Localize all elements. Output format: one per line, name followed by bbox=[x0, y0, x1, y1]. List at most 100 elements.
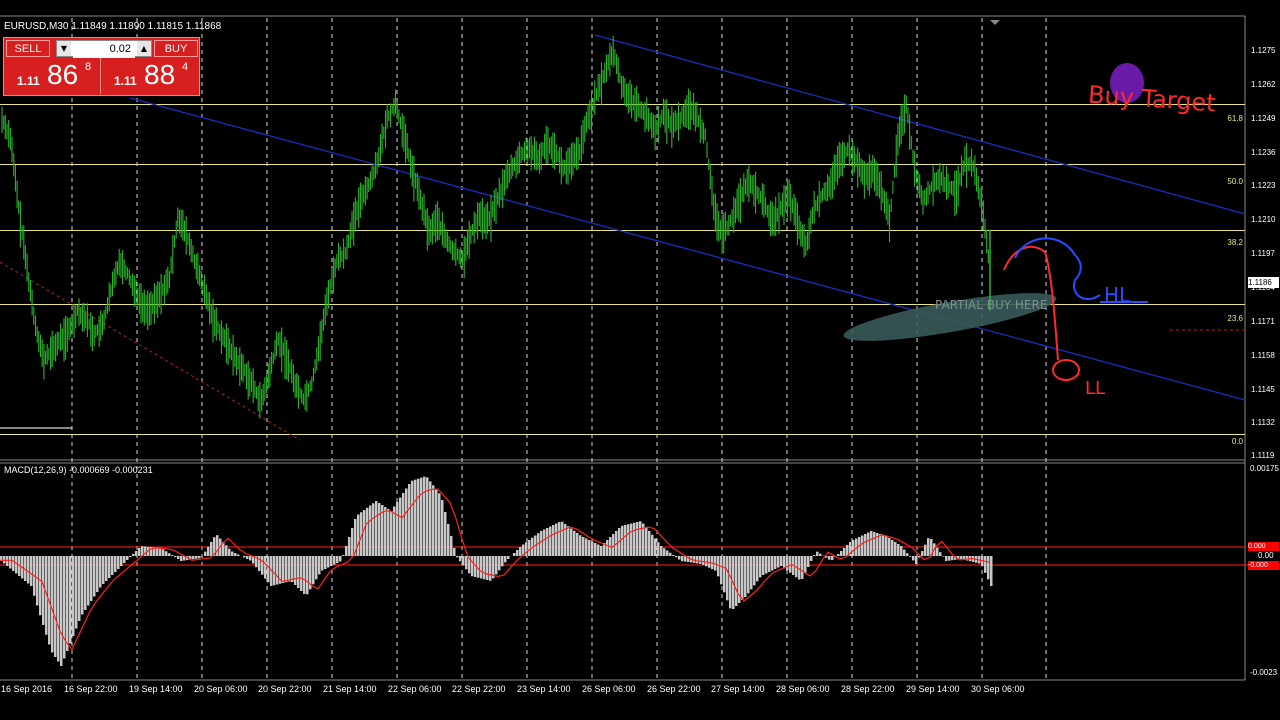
macd-histogram-bar bbox=[132, 554, 135, 556]
macd-histogram-bar bbox=[882, 535, 885, 556]
macd-histogram-bar bbox=[591, 541, 594, 556]
macd-histogram-bar bbox=[180, 556, 183, 561]
macd-histogram-bar bbox=[624, 525, 627, 556]
macd-histogram-bar bbox=[312, 556, 315, 585]
macd-histogram-bar bbox=[117, 556, 120, 569]
macd-histogram-bar bbox=[414, 479, 417, 556]
macd-histogram-bar bbox=[747, 556, 750, 594]
macd-histogram-bar bbox=[939, 552, 942, 556]
macd-histogram-bar bbox=[570, 528, 573, 556]
macd-histogram-bar bbox=[696, 556, 699, 564]
macd-histogram-bar bbox=[576, 533, 579, 556]
lot-increase-icon[interactable]: ▲ bbox=[137, 41, 151, 56]
macd-histogram-bar bbox=[420, 477, 423, 556]
price-tick: 1.1132 bbox=[1251, 418, 1275, 427]
macd-histogram-bar bbox=[579, 535, 582, 556]
price-tick: 1.1158 bbox=[1251, 351, 1275, 360]
hl-annotation: HL bbox=[1104, 283, 1131, 307]
macd-histogram-bar bbox=[585, 538, 588, 556]
macd-histogram-bar bbox=[291, 556, 294, 582]
macd-histogram-bar bbox=[513, 553, 516, 556]
time-tick: 21 Sep 14:00 bbox=[323, 684, 377, 694]
macd-histogram-bar bbox=[921, 551, 924, 556]
macd-histogram-bar bbox=[57, 556, 60, 662]
macd-histogram-bar bbox=[621, 525, 624, 556]
macd-histogram-bar bbox=[699, 556, 702, 564]
macd-histogram-bar bbox=[678, 556, 681, 560]
price-tick: 1.1210 bbox=[1251, 215, 1276, 224]
macd-histogram-bar bbox=[339, 556, 342, 562]
macd-histogram-bar bbox=[129, 556, 132, 557]
macd-histogram-bar bbox=[273, 556, 276, 586]
macd-histogram-bar bbox=[114, 556, 117, 572]
sell-price-button[interactable]: 1.11 86 8 bbox=[5, 58, 101, 94]
buy-button[interactable]: BUY bbox=[154, 40, 198, 57]
time-tick: 26 Sep 22:00 bbox=[647, 684, 701, 694]
macd-histogram-bar bbox=[546, 528, 549, 556]
macd-histogram-bar bbox=[927, 538, 930, 556]
macd-histogram-bar bbox=[459, 556, 462, 562]
macd-histogram-bar bbox=[246, 556, 249, 559]
price-tick: 1.1236 bbox=[1251, 148, 1276, 157]
macd-histogram-bar bbox=[36, 556, 39, 606]
macd-histogram-bar bbox=[171, 555, 174, 556]
macd-histogram-bar bbox=[156, 547, 159, 556]
macd-histogram-bar bbox=[903, 549, 906, 556]
ll-annotation: LL bbox=[1085, 378, 1106, 399]
buy-price-button[interactable]: 1.11 88 4 bbox=[102, 58, 197, 94]
partial-buy-annotation: PARTIAL BUY HERE bbox=[935, 298, 1048, 312]
macd-histogram-bar bbox=[669, 552, 672, 556]
lot-decrease-icon[interactable]: ▼ bbox=[57, 41, 71, 56]
macd-histogram-bar bbox=[192, 556, 195, 560]
macd-histogram-bar bbox=[402, 493, 405, 556]
macd-level-tag: -0.000 bbox=[1248, 561, 1279, 570]
time-tick: 20 Sep 06:00 bbox=[194, 684, 248, 694]
macd-histogram-bar bbox=[237, 554, 240, 556]
macd-histogram-bar bbox=[417, 478, 420, 556]
time-tick: 28 Sep 22:00 bbox=[841, 684, 895, 694]
macd-histogram-bar bbox=[99, 556, 102, 588]
macd-histogram-bar bbox=[504, 556, 507, 563]
sell-button[interactable]: SELL bbox=[6, 40, 50, 57]
macd-histogram-bar bbox=[453, 548, 456, 556]
macd-histogram-bar bbox=[813, 555, 816, 556]
macd-histogram-bar bbox=[495, 556, 498, 575]
macd-histogram-bar bbox=[666, 550, 669, 556]
macd-histogram-bar bbox=[411, 480, 414, 556]
macd-histogram-bar bbox=[90, 556, 93, 601]
macd-histogram-bar bbox=[432, 485, 435, 556]
macd-histogram-bar bbox=[297, 556, 300, 588]
macd-histogram-bar bbox=[675, 556, 678, 558]
macd-histogram-bar bbox=[78, 556, 81, 621]
macd-histogram-bar bbox=[762, 556, 765, 575]
macd-histogram-bar bbox=[720, 556, 723, 585]
macd-histogram-bar bbox=[318, 556, 321, 575]
macd-histogram-bar bbox=[399, 497, 402, 556]
macd-histogram-bar bbox=[444, 512, 447, 556]
time-tick: 19 Sep 14:00 bbox=[129, 684, 183, 694]
macd-histogram-bar bbox=[231, 551, 234, 556]
macd-histogram-bar bbox=[627, 524, 630, 556]
macd-histogram-bar bbox=[204, 551, 207, 556]
macd-histogram-bar bbox=[498, 556, 501, 571]
macd-histogram-bar bbox=[879, 534, 882, 556]
macd-histogram-bar bbox=[351, 528, 354, 556]
macd-histogram-bar bbox=[225, 545, 228, 556]
macd-histogram-bar bbox=[735, 556, 738, 606]
time-tick: 27 Sep 14:00 bbox=[711, 684, 765, 694]
lot-size-stepper[interactable]: ▼ ▲ bbox=[56, 40, 152, 58]
fib-label: 38.2 bbox=[1227, 238, 1243, 247]
macd-histogram-bar bbox=[408, 484, 411, 556]
macd-histogram-bar bbox=[480, 556, 483, 579]
fib-label: 50.0 bbox=[1227, 177, 1243, 186]
macd-histogram-bar bbox=[654, 538, 657, 556]
macd-histogram-bar bbox=[27, 556, 30, 584]
lot-size-input[interactable] bbox=[73, 41, 135, 58]
macd-histogram-bar bbox=[582, 537, 585, 556]
macd-histogram-bar bbox=[942, 556, 945, 557]
macd-histogram-bar bbox=[435, 489, 438, 556]
macd-histogram-bar bbox=[348, 537, 351, 556]
macd-histogram-bar bbox=[777, 556, 780, 568]
macd-histogram-bar bbox=[897, 544, 900, 556]
macd-histogram-bar bbox=[960, 556, 963, 559]
